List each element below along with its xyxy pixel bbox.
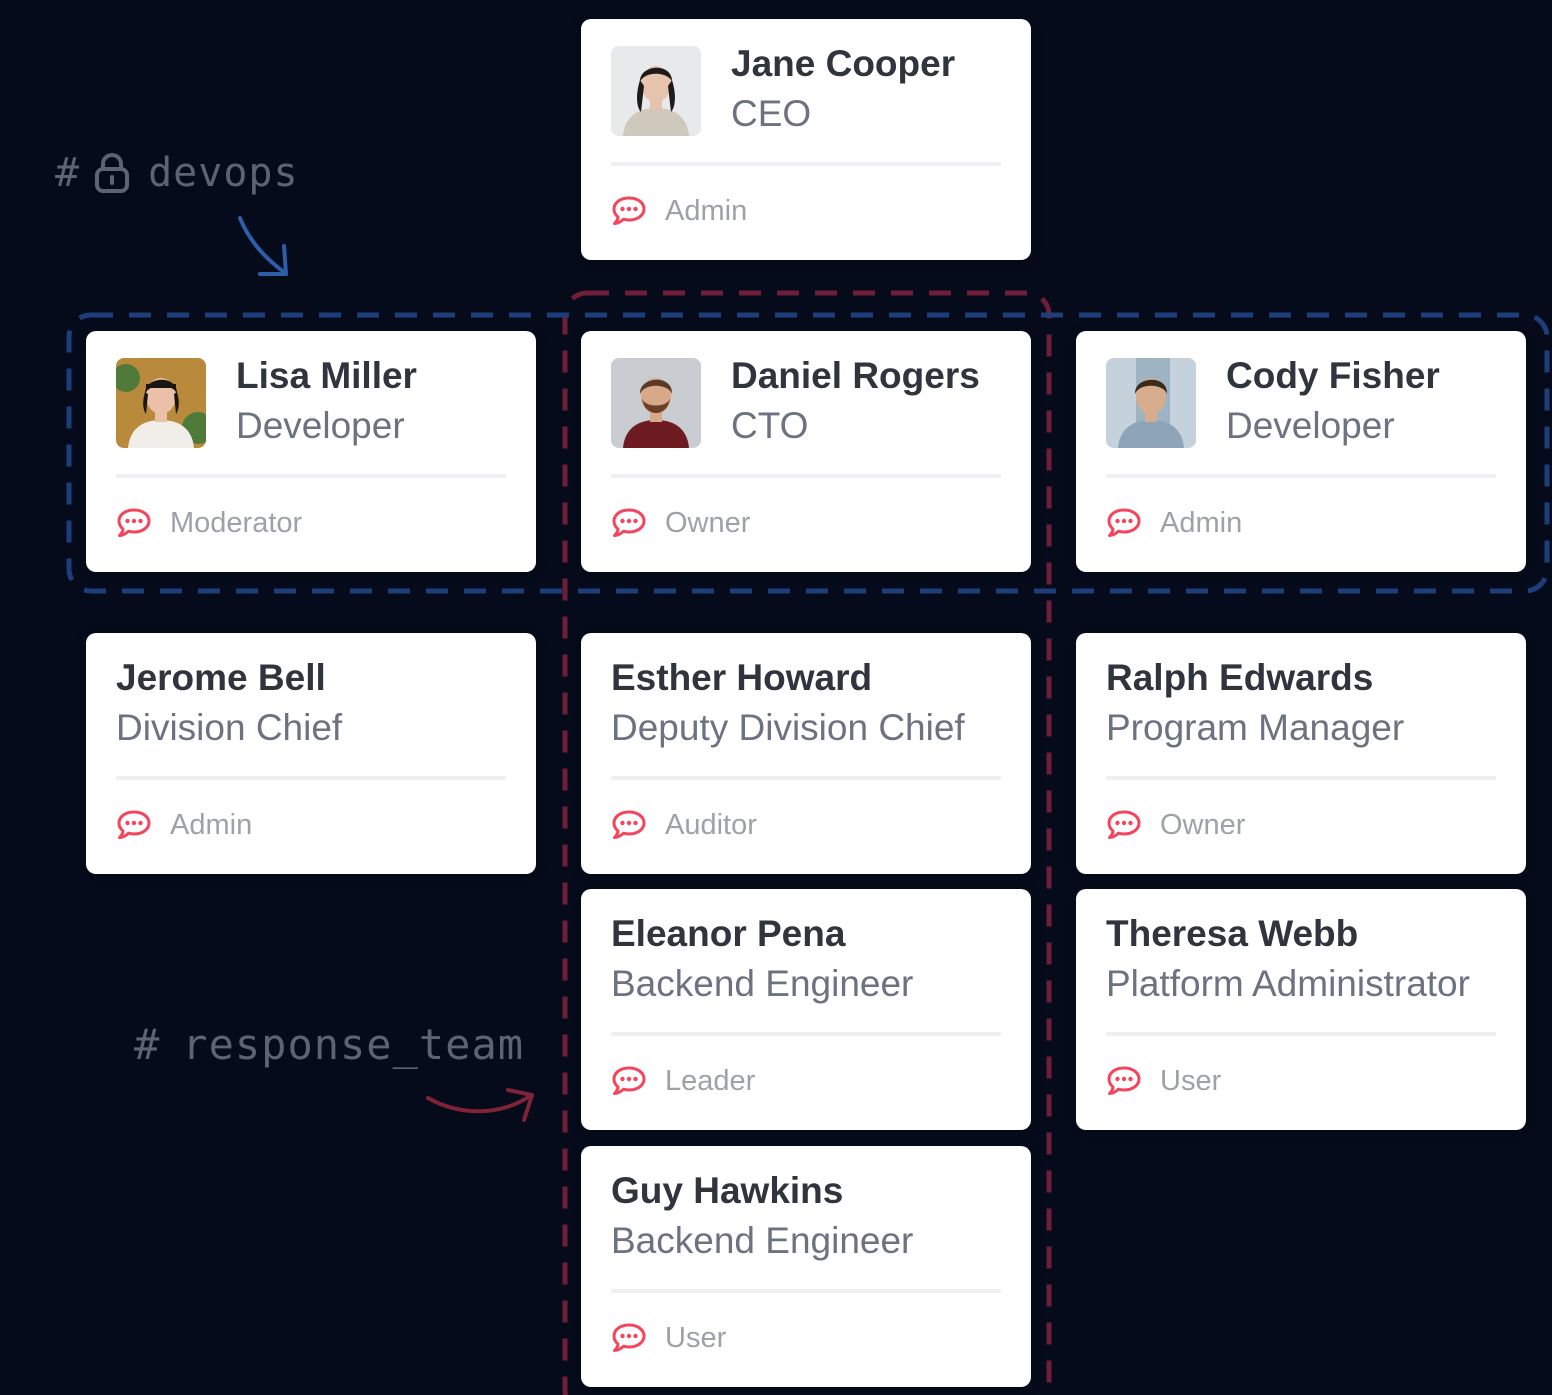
person-info: Eleanor Pena Backend Engineer xyxy=(611,911,913,1011)
person-role-row: Owner xyxy=(1106,780,1496,870)
person-card-header: Cody Fisher Developer xyxy=(1106,331,1496,478)
person-card-header: Esther Howard Deputy Division Chief xyxy=(611,633,1001,780)
person-card-theresa-webb[interactable]: Theresa Webb Platform Administrator User xyxy=(1076,889,1526,1130)
person-role-row: Admin xyxy=(116,780,506,870)
person-role-row: Admin xyxy=(1106,478,1496,568)
person-card-cody-fisher[interactable]: Cody Fisher Developer Admin xyxy=(1076,331,1526,572)
person-card-header: Eleanor Pena Backend Engineer xyxy=(611,889,1001,1036)
person-card-header: Jerome Bell Division Chief xyxy=(116,633,506,780)
person-info: Jane Cooper CEO xyxy=(731,41,955,141)
person-card-header: Lisa Miller Developer xyxy=(116,331,506,478)
person-title: Developer xyxy=(1226,404,1395,446)
person-role-row: Leader xyxy=(611,1036,1001,1126)
person-card-header: Daniel Rogers CTO xyxy=(611,331,1001,478)
person-name: Guy Hawkins xyxy=(611,1169,844,1211)
person-name: Jane Cooper xyxy=(731,42,956,84)
person-role-row: Owner xyxy=(611,478,1001,568)
person-name: Jerome Bell xyxy=(116,656,326,698)
person-role: User xyxy=(665,1321,727,1354)
person-title: Division Chief xyxy=(116,706,343,748)
person-info: Daniel Rogers CTO xyxy=(731,353,980,453)
person-card-header: Jane Cooper CEO xyxy=(611,19,1001,166)
person-card-header: Theresa Webb Platform Administrator xyxy=(1106,889,1496,1036)
person-role: Admin xyxy=(170,808,253,841)
devops-channel-label: # devops xyxy=(55,150,299,196)
channel-name: devops xyxy=(148,150,299,196)
person-info: Theresa Webb Platform Administrator xyxy=(1106,911,1470,1011)
person-name: Ralph Edwards xyxy=(1106,656,1374,698)
person-role: Auditor xyxy=(665,808,757,841)
person-name: Cody Fisher xyxy=(1226,354,1440,396)
rocketchat-bubble-icon xyxy=(117,508,151,537)
person-info: Guy Hawkins Backend Engineer xyxy=(611,1168,913,1268)
rocketchat-bubble-icon xyxy=(1107,508,1141,537)
person-role: Admin xyxy=(665,194,748,227)
person-card-lisa-miller[interactable]: Lisa Miller Developer Moderator xyxy=(86,331,536,572)
person-title: Backend Engineer xyxy=(611,1219,914,1261)
person-card-ralph-edwards[interactable]: Ralph Edwards Program Manager Owner xyxy=(1076,633,1526,874)
person-name: Lisa Miller xyxy=(236,354,417,396)
response-team-arrow-icon xyxy=(426,1088,534,1122)
avatar[interactable] xyxy=(1106,357,1196,448)
rocketchat-bubble-icon xyxy=(612,508,646,537)
person-title: Deputy Division Chief xyxy=(611,706,965,748)
rocketchat-bubble-icon xyxy=(612,810,646,839)
person-title: Backend Engineer xyxy=(611,962,914,1004)
avatar[interactable] xyxy=(611,357,701,448)
person-role: Leader xyxy=(665,1064,756,1097)
person-role: Owner xyxy=(1160,808,1246,841)
response-team-channel-label: # response_team xyxy=(134,1020,524,1069)
channel-hash: # xyxy=(134,1020,161,1069)
person-card-jane-cooper[interactable]: Jane Cooper CEO Admin xyxy=(581,19,1031,260)
person-card-jerome-bell[interactable]: Jerome Bell Division Chief Admin xyxy=(86,633,536,874)
avatar[interactable] xyxy=(116,357,206,448)
person-role-row: Moderator xyxy=(116,478,506,568)
rocketchat-bubble-icon xyxy=(1107,810,1141,839)
person-card-header: Ralph Edwards Program Manager xyxy=(1106,633,1496,780)
person-title: Platform Administrator xyxy=(1106,962,1470,1004)
person-name: Esther Howard xyxy=(611,656,873,698)
person-info: Jerome Bell Division Chief xyxy=(116,655,342,755)
person-name: Eleanor Pena xyxy=(611,912,846,954)
person-role: User xyxy=(1160,1064,1222,1097)
channel-hash: # xyxy=(55,150,81,196)
person-role: Owner xyxy=(665,506,751,539)
person-card-daniel-rogers[interactable]: Daniel Rogers CTO Owner xyxy=(581,331,1031,572)
avatar[interactable] xyxy=(611,45,701,136)
person-info: Esther Howard Deputy Division Chief xyxy=(611,655,965,755)
lock-icon xyxy=(95,153,130,193)
rocketchat-bubble-icon xyxy=(1107,1066,1141,1095)
person-title: Program Manager xyxy=(1106,706,1405,748)
person-title: CEO xyxy=(731,92,812,134)
devops-arrow-icon xyxy=(238,216,288,276)
person-role-row: User xyxy=(611,1293,1001,1383)
person-info: Lisa Miller Developer xyxy=(236,353,417,453)
person-role: Admin xyxy=(1160,506,1243,539)
person-title: CTO xyxy=(731,404,809,446)
rocketchat-bubble-icon xyxy=(612,196,646,225)
person-card-esther-howard[interactable]: Esther Howard Deputy Division Chief Audito… xyxy=(581,633,1031,874)
person-name: Theresa Webb xyxy=(1106,912,1359,954)
person-info: Cody Fisher Developer xyxy=(1226,353,1440,453)
person-role: Moderator xyxy=(170,506,303,539)
rocketchat-bubble-icon xyxy=(612,1323,646,1352)
rocketchat-bubble-icon xyxy=(612,1066,646,1095)
person-card-guy-hawkins[interactable]: Guy Hawkins Backend Engineer User xyxy=(581,1146,1031,1387)
person-card-header: Guy Hawkins Backend Engineer xyxy=(611,1146,1001,1293)
person-role-row: User xyxy=(1106,1036,1496,1126)
person-role-row: Admin xyxy=(611,166,1001,256)
person-name: Daniel Rogers xyxy=(731,354,980,396)
person-title: Developer xyxy=(236,404,405,446)
person-info: Ralph Edwards Program Manager xyxy=(1106,655,1404,755)
rocketchat-bubble-icon xyxy=(117,810,151,839)
channel-name: response_team xyxy=(182,1020,525,1069)
person-card-eleanor-pena[interactable]: Eleanor Pena Backend Engineer Leader xyxy=(581,889,1031,1130)
person-role-row: Auditor xyxy=(611,780,1001,870)
